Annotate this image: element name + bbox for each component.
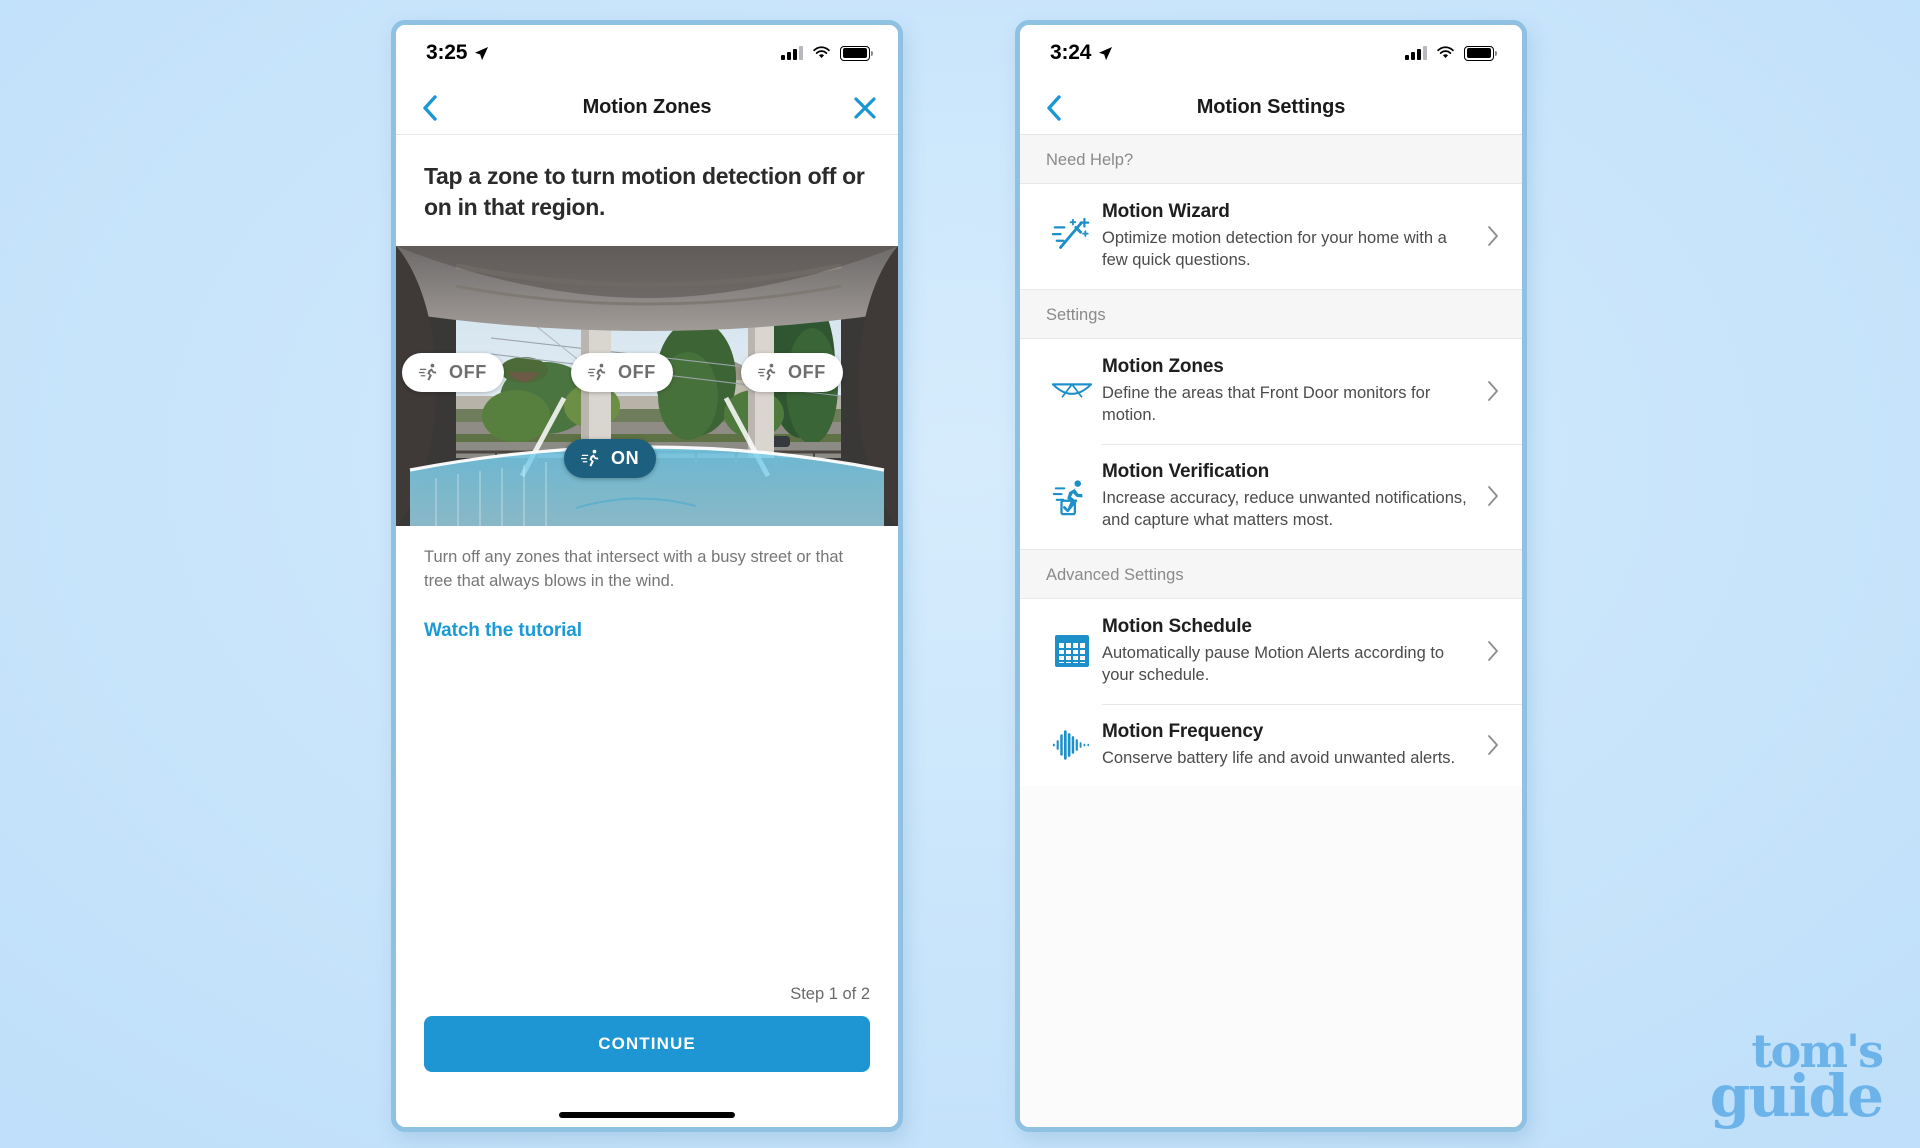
chevron-left-icon	[422, 94, 437, 121]
list-item-body: Motion Zones Define the areas that Front…	[1102, 356, 1482, 427]
list-item-subtitle: Optimize motion detection for your home …	[1102, 229, 1447, 269]
back-button[interactable]	[1038, 93, 1068, 123]
back-button[interactable]	[414, 93, 444, 123]
motion-verification-icon	[1042, 475, 1102, 517]
page-title: Motion Settings	[1196, 96, 1346, 118]
phone-motion-settings: 3:24 Motion Settings Need Help? Motion W…	[1015, 20, 1527, 1132]
step-indicator: Step 1 of 2	[790, 985, 870, 1003]
hint-text: Turn off any zones that intersect with a…	[424, 548, 844, 591]
running-person-icon	[758, 363, 776, 381]
status-bar-time-group: 3:24	[1050, 41, 1113, 65]
calendar-icon	[1042, 632, 1102, 670]
list-item-body: Motion Verification Increase accuracy, r…	[1102, 461, 1482, 532]
battery-icon	[840, 45, 874, 61]
location-arrow-icon	[475, 46, 489, 60]
list-item-title: Motion Verification	[1102, 460, 1270, 482]
magic-wand-icon	[1042, 215, 1102, 257]
list-item-title: Motion Wizard	[1102, 201, 1230, 222]
zone-toggle-left[interactable]: OFF	[402, 353, 504, 393]
waveform-icon	[1042, 728, 1102, 762]
location-arrow-icon	[1099, 46, 1113, 60]
section-header-need-help: Need Help?	[1020, 135, 1522, 184]
running-person-icon	[581, 449, 599, 467]
chevron-right-icon	[1482, 225, 1504, 247]
chevron-right-icon	[1482, 485, 1504, 507]
camera-preview[interactable]: OFF OFF OFF ON	[396, 246, 898, 527]
watch-tutorial-link[interactable]: Watch the tutorial	[396, 594, 898, 642]
list-item-body: Motion Wizard Optimize motion detection …	[1102, 201, 1482, 272]
list-item-body: Motion Schedule Automatically pause Moti…	[1102, 616, 1482, 687]
list-item-title: Motion Frequency	[1102, 720, 1264, 742]
running-person-icon	[588, 363, 606, 381]
zone-toggle-right[interactable]: OFF	[741, 353, 843, 393]
zone-toggle-label: OFF	[618, 362, 656, 383]
zone-toggle-label: OFF	[449, 362, 487, 383]
chevron-right-icon	[1482, 380, 1504, 402]
page-title: Motion Zones	[582, 96, 712, 118]
status-bar-time-group: 3:25	[426, 41, 489, 65]
cellular-signal-icon	[781, 46, 803, 60]
status-bar-right: 3:24	[1020, 25, 1522, 81]
list-item-title: Motion Schedule	[1102, 615, 1252, 637]
list-item-title: Motion Zones	[1102, 355, 1224, 377]
list-item-subtitle: Conserve battery life and avoid unwanted…	[1102, 748, 1456, 767]
nav-bar-right: Motion Settings	[1020, 81, 1522, 135]
close-x-icon	[854, 96, 876, 119]
list-item-motion-frequency[interactable]: Motion Frequency Conserve battery life a…	[1020, 703, 1522, 787]
list-item-motion-verification[interactable]: Motion Verification Increase accuracy, r…	[1020, 443, 1522, 549]
chevron-right-icon	[1482, 640, 1504, 662]
list-item-motion-wizard[interactable]: Motion Wizard Optimize motion detection …	[1020, 184, 1522, 289]
status-bar-indicators	[1405, 45, 1498, 61]
close-button[interactable]	[850, 93, 880, 123]
status-bar-indicators	[781, 45, 874, 61]
status-bar-left: 3:25	[396, 25, 898, 81]
left-footer: Step 1 of 2 CONTINUE	[396, 985, 898, 1127]
phone-motion-zones: 3:25 Motion Zones Tap a zone to turn mot…	[391, 20, 903, 1132]
list-item-subtitle: Automatically pause Motion Alerts accord…	[1102, 643, 1445, 684]
list-item-motion-schedule[interactable]: Motion Schedule Automatically pause Moti…	[1020, 598, 1522, 704]
home-indicator	[559, 1112, 735, 1118]
instruction-text: Tap a zone to turn motion detection off …	[424, 163, 865, 220]
section-header-settings: Settings	[1020, 288, 1522, 339]
status-bar-time: 3:25	[426, 41, 468, 64]
nav-bar-left: Motion Zones	[396, 81, 898, 135]
running-person-icon	[419, 363, 437, 381]
settings-list[interactable]: Need Help? Motion Wizard Optimize motion…	[1020, 135, 1522, 1127]
battery-icon	[1464, 45, 1498, 61]
status-bar-time: 3:24	[1050, 41, 1092, 64]
watermark-line-2: guide	[1709, 1061, 1884, 1130]
list-item-body: Motion Frequency Conserve battery life a…	[1102, 721, 1482, 770]
section-header-advanced-settings: Advanced Settings	[1020, 548, 1522, 599]
zone-toggle-label: OFF	[788, 362, 826, 383]
zone-toggle-bottom[interactable]: ON	[564, 439, 657, 479]
list-item-subtitle: Increase accuracy, reduce unwanted notif…	[1102, 488, 1467, 529]
zone-toggle-center[interactable]: OFF	[571, 353, 673, 393]
motion-zones-fan-icon	[1042, 376, 1102, 406]
zone-toggle-label: ON	[611, 448, 640, 469]
chevron-right-icon	[1482, 734, 1504, 756]
wifi-icon	[1437, 46, 1454, 58]
chevron-left-icon	[1046, 94, 1061, 121]
wifi-icon	[813, 46, 830, 58]
toms-guide-watermark: tom's guide	[1709, 1027, 1884, 1130]
continue-button[interactable]: CONTINUE	[424, 1016, 870, 1072]
list-item-motion-zones[interactable]: Motion Zones Define the areas that Front…	[1020, 338, 1522, 444]
cellular-signal-icon	[1405, 46, 1427, 60]
list-item-subtitle: Define the areas that Front Door monitor…	[1102, 383, 1431, 424]
